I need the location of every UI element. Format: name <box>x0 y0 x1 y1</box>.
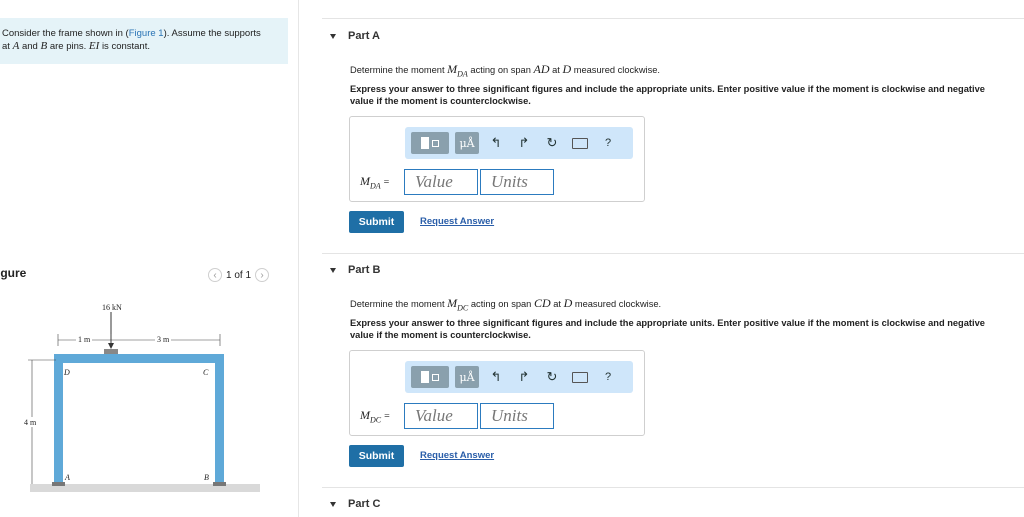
keyboard-icon[interactable] <box>569 132 591 154</box>
figure-link[interactable]: Figure 1 <box>129 28 164 39</box>
redo-icon[interactable]: ↱ <box>513 366 535 388</box>
intro-pins: are pins. <box>49 41 87 52</box>
figure-heading: igure <box>0 266 27 280</box>
column-ad <box>54 354 63 484</box>
chevron-right-icon[interactable]: › <box>255 268 270 282</box>
dim-label-right: 3 m <box>157 335 170 344</box>
units-input[interactable]: Units <box>480 403 554 429</box>
template-icon[interactable] <box>411 366 449 388</box>
part-b-answer-box: μÅ ↰ ↱ ↻ ? MDC = Value Units <box>349 350 645 436</box>
units-input[interactable]: Units <box>480 169 554 195</box>
answer-label: MDA = <box>360 173 390 191</box>
template-icon[interactable] <box>411 132 449 154</box>
part-a-question: Determine the moment MDA acting on span … <box>350 62 660 78</box>
divider <box>322 18 1024 19</box>
answer-row: MDA = Value Units <box>360 169 554 195</box>
q-text: acting on span <box>470 299 532 309</box>
node-a: A <box>64 473 70 482</box>
caret-down-icon <box>330 501 336 507</box>
caret-down-icon <box>330 33 336 39</box>
dim-label-height: 4 m <box>24 418 37 427</box>
keyboard-icon[interactable] <box>569 366 591 388</box>
column-bc <box>215 354 224 484</box>
intro-and: and <box>21 41 38 52</box>
q-text: measured clockwise. <box>574 299 662 309</box>
reset-icon[interactable]: ↻ <box>541 366 563 388</box>
q-node: D <box>562 62 572 76</box>
node-d: D <box>63 368 70 377</box>
help-icon[interactable]: ? <box>597 132 619 154</box>
var-ei: EI <box>88 40 100 52</box>
beam-dc <box>54 354 224 363</box>
answer-label: MDC = <box>360 407 390 425</box>
q-text: Determine the moment <box>350 65 445 75</box>
q-var: MDA <box>447 62 468 79</box>
intro-text: Consider the frame shown in ( <box>2 28 129 39</box>
q-span: AD <box>533 62 550 76</box>
pin-b <box>213 482 226 486</box>
math-toolbar: μÅ ↰ ↱ ↻ ? <box>405 361 633 393</box>
problem-intro: Consider the frame shown in (Figure 1). … <box>0 18 288 64</box>
part-c-title: Part C <box>348 498 381 510</box>
q-text: Determine the moment <box>350 299 445 309</box>
q-var: MDC <box>447 296 469 313</box>
var-b: B <box>40 40 48 52</box>
part-a-answer-box: μÅ ↰ ↱ ↻ ? MDA = Value Units <box>349 116 645 202</box>
part-a-submit-button[interactable]: Submit <box>349 211 404 233</box>
part-b-request-answer-link[interactable]: Request Answer <box>420 450 494 461</box>
value-input[interactable]: Value <box>404 403 478 429</box>
q-text: at <box>553 299 561 309</box>
part-b-title: Part B <box>348 264 381 276</box>
undo-icon[interactable]: ↰ <box>485 132 507 154</box>
load-label: 16 kN <box>102 303 122 312</box>
node-b: B <box>204 473 209 482</box>
intro-text-2: ). Assume the supports <box>163 28 261 39</box>
part-a-instructions: Express your answer to three significant… <box>350 84 985 106</box>
units-icon[interactable]: μÅ <box>455 132 479 154</box>
figure-pager: ‹ 1 of 1 › <box>208 268 270 282</box>
pin-a <box>52 482 65 486</box>
undo-icon[interactable]: ↰ <box>485 366 507 388</box>
answer-row: MDC = Value Units <box>360 403 554 429</box>
q-node: D <box>563 296 573 310</box>
part-b-instructions: Express your answer to three significant… <box>350 318 985 340</box>
node-c: C <box>203 368 209 377</box>
part-c-header[interactable]: Part C <box>322 498 380 510</box>
q-text: measured clockwise. <box>573 65 661 75</box>
frame-figure: 16 kN 1 m 3 m 4 m D C A B <box>20 298 260 508</box>
q-span: CD <box>533 296 551 310</box>
part-a-request-answer-link[interactable]: Request Answer <box>420 216 494 227</box>
load-plate <box>104 349 118 354</box>
q-text: at <box>552 65 560 75</box>
intro-at: at <box>2 41 10 52</box>
pager-text: 1 of 1 <box>226 269 252 281</box>
part-a-header[interactable]: Part A <box>322 30 380 42</box>
part-b-submit-button[interactable]: Submit <box>349 445 404 467</box>
caret-down-icon <box>330 267 336 273</box>
divider <box>322 487 1024 488</box>
dim-label-left: 1 m <box>78 335 91 344</box>
divider <box>322 253 1024 254</box>
math-toolbar: μÅ ↰ ↱ ↻ ? <box>405 127 633 159</box>
var-a: A <box>12 40 20 52</box>
part-b-header[interactable]: Part B <box>322 264 380 276</box>
part-b-question: Determine the moment MDC acting on span … <box>350 296 661 312</box>
left-panel: Consider the frame shown in (Figure 1). … <box>0 0 299 517</box>
value-input[interactable]: Value <box>404 169 478 195</box>
reset-icon[interactable]: ↻ <box>541 132 563 154</box>
q-text: acting on span <box>470 65 531 75</box>
frame-diagram: 16 kN 1 m 3 m 4 m D C A B <box>24 303 260 492</box>
help-icon[interactable]: ? <box>597 366 619 388</box>
intro-end: is constant. <box>101 41 150 52</box>
part-a-title: Part A <box>348 30 380 42</box>
units-icon[interactable]: μÅ <box>455 366 479 388</box>
redo-icon[interactable]: ↱ <box>513 132 535 154</box>
chevron-left-icon[interactable]: ‹ <box>208 268 222 282</box>
